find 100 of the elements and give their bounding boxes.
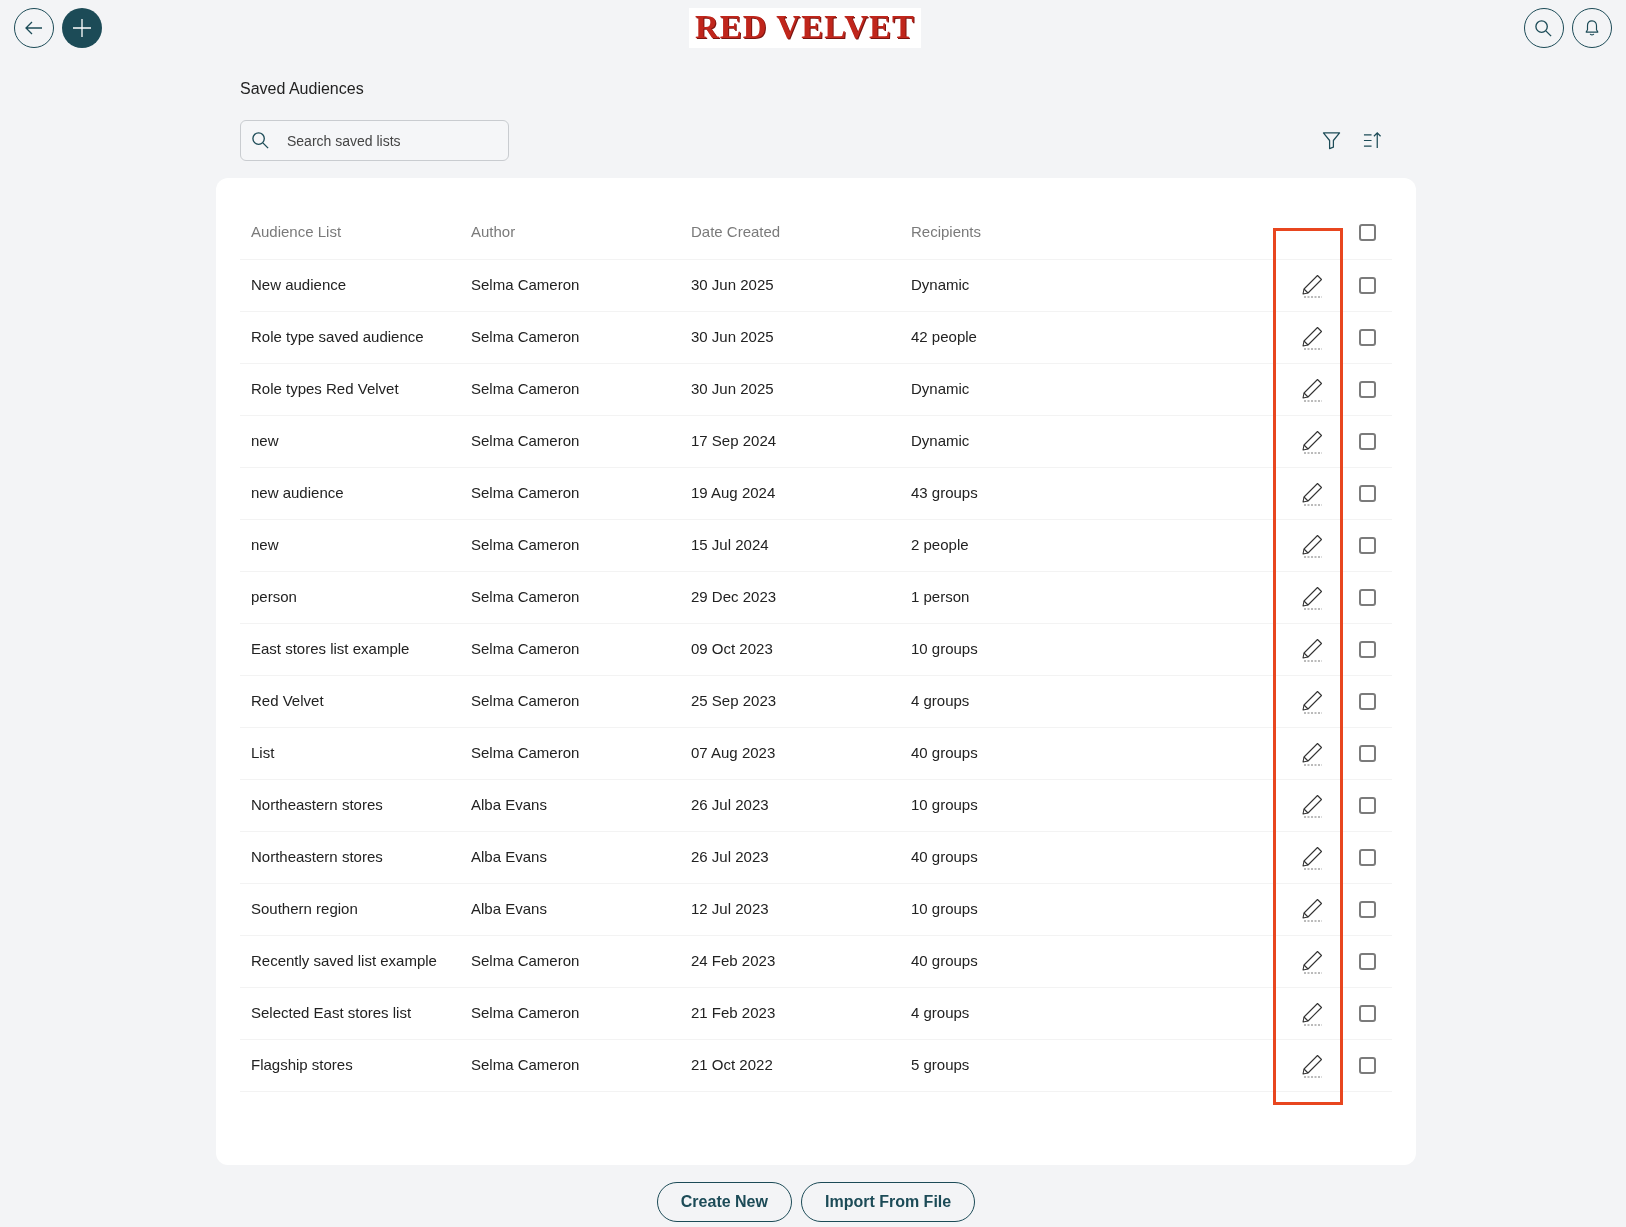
table-cell-text: 5 groups: [910, 1055, 971, 1076]
table-cell-text: Selma Cameron: [470, 1003, 581, 1024]
table-cell-text: 10 groups: [910, 899, 979, 920]
pencil-icon[interactable]: [1301, 533, 1323, 558]
table-cell-text: 1 person: [910, 587, 971, 608]
pencil-icon[interactable]: [1301, 637, 1323, 662]
table-cell-text: 10 groups: [910, 795, 979, 816]
table-cell-text: 30 Jun 2025: [690, 379, 775, 400]
table-cell-text: new: [250, 431, 280, 452]
sort-icon[interactable]: [1363, 131, 1382, 150]
bell-icon: [1583, 19, 1601, 37]
checkbox[interactable]: [1358, 224, 1376, 241]
brand-logo: RED VELVET: [689, 8, 921, 48]
table-cell-text: Southern region: [250, 899, 359, 920]
checkbox[interactable]: [1358, 589, 1376, 606]
checkbox[interactable]: [1358, 641, 1376, 658]
column-header: Audience List: [250, 222, 343, 243]
table-cell-text: 25 Sep 2023: [690, 691, 778, 712]
pencil-icon[interactable]: [1301, 793, 1323, 818]
pencil-icon[interactable]: [1301, 273, 1323, 298]
column-header: Author: [470, 222, 517, 243]
pencil-icon[interactable]: [1301, 325, 1323, 350]
table-cell-text: East stores list example: [250, 639, 411, 660]
table-cell-text: New audience: [250, 275, 348, 296]
table-cell-text: 24 Feb 2023: [690, 951, 777, 972]
pencil-icon[interactable]: [1301, 1053, 1323, 1078]
table-cell-text: 21 Oct 2022: [690, 1055, 774, 1076]
search-icon: [251, 131, 270, 150]
table-cell-text: 40 groups: [910, 743, 979, 764]
table-cell-text: Dynamic: [910, 379, 971, 400]
pencil-icon[interactable]: [1301, 897, 1323, 922]
table-cell-text: Selma Cameron: [470, 743, 581, 764]
column-header: Date Created: [690, 222, 782, 243]
table-cell-text: Selma Cameron: [470, 431, 581, 452]
table-cell-text: Recently saved list example: [250, 951, 438, 972]
table-cell-text: person: [250, 587, 298, 608]
column-header: Recipients: [910, 222, 983, 243]
table-cell-text: 21 Feb 2023: [690, 1003, 777, 1024]
checkbox[interactable]: [1358, 433, 1376, 450]
pencil-icon[interactable]: [1301, 741, 1323, 766]
table-cell-text: Selma Cameron: [470, 639, 581, 660]
table-cell-text: Selma Cameron: [470, 587, 581, 608]
table-cell-text: Selma Cameron: [470, 483, 581, 504]
table-cell-text: 4 groups: [910, 1003, 971, 1024]
table-cell-text: Alba Evans: [470, 847, 548, 868]
table-cell-text: 26 Jul 2023: [690, 795, 770, 816]
table-cell-text: Alba Evans: [470, 795, 548, 816]
table-cell-text: new audience: [250, 483, 345, 504]
pencil-icon[interactable]: [1301, 689, 1323, 714]
add-button[interactable]: [62, 8, 102, 48]
table-cell-text: Northeastern stores: [250, 847, 384, 868]
table-cell-text: 2 people: [910, 535, 970, 556]
pencil-icon[interactable]: [1301, 377, 1323, 402]
table-cell-text: 30 Jun 2025: [690, 275, 775, 296]
table-cell-text: Selma Cameron: [470, 275, 581, 296]
pencil-icon[interactable]: [1301, 949, 1323, 974]
table-cell-text: 26 Jul 2023: [690, 847, 770, 868]
table-cell-text: Selma Cameron: [470, 1055, 581, 1076]
checkbox[interactable]: [1358, 901, 1376, 918]
table-cell-text: Selma Cameron: [470, 535, 581, 556]
table-cell-text: Dynamic: [910, 431, 971, 452]
table-cell-text: 40 groups: [910, 847, 979, 868]
plus-icon: [72, 18, 92, 38]
table-cell-text: List: [250, 743, 276, 764]
checkbox[interactable]: [1358, 277, 1376, 294]
table-cell-text: 19 Aug 2024: [690, 483, 777, 504]
table-cell-text: 43 groups: [910, 483, 979, 504]
table-cell-text: Dynamic: [910, 275, 971, 296]
table-cell-text: Role types Red Velvet: [250, 379, 400, 400]
filter-icon[interactable]: [1322, 131, 1341, 150]
table-cell-text: Red Velvet: [250, 691, 325, 712]
table-cell-text: Selected East stores list: [250, 1003, 413, 1024]
table-cell-text: 10 groups: [910, 639, 979, 660]
checkbox[interactable]: [1358, 485, 1376, 502]
pencil-icon[interactable]: [1301, 481, 1323, 506]
table-cell-text: Selma Cameron: [470, 691, 581, 712]
checkbox[interactable]: [1358, 693, 1376, 710]
table-cell-text: Role type saved audience: [250, 327, 425, 348]
table-cell-text: Selma Cameron: [470, 379, 581, 400]
table-cell-text: Selma Cameron: [470, 327, 581, 348]
checkbox[interactable]: [1358, 329, 1376, 346]
table-cell-text: 29 Dec 2023: [690, 587, 778, 608]
checkbox[interactable]: [1358, 381, 1376, 398]
pencil-icon[interactable]: [1301, 429, 1323, 454]
search-field[interactable]: Search saved lists: [240, 120, 509, 161]
checkbox[interactable]: [1358, 797, 1376, 814]
checkbox[interactable]: [1358, 849, 1376, 866]
checkbox[interactable]: [1358, 1057, 1376, 1074]
checkbox[interactable]: [1358, 537, 1376, 554]
table-cell-text: 09 Oct 2023: [690, 639, 774, 660]
table-cell-text: 4 groups: [910, 691, 971, 712]
table-cell-text: 30 Jun 2025: [690, 327, 775, 348]
pencil-icon[interactable]: [1301, 585, 1323, 610]
table-cell-text: Flagship stores: [250, 1055, 354, 1076]
checkbox[interactable]: [1358, 953, 1376, 970]
pencil-icon[interactable]: [1301, 1001, 1323, 1026]
table-cell-text: 07 Aug 2023: [690, 743, 777, 764]
pencil-icon[interactable]: [1301, 845, 1323, 870]
checkbox[interactable]: [1358, 1005, 1376, 1022]
checkbox[interactable]: [1358, 745, 1376, 762]
